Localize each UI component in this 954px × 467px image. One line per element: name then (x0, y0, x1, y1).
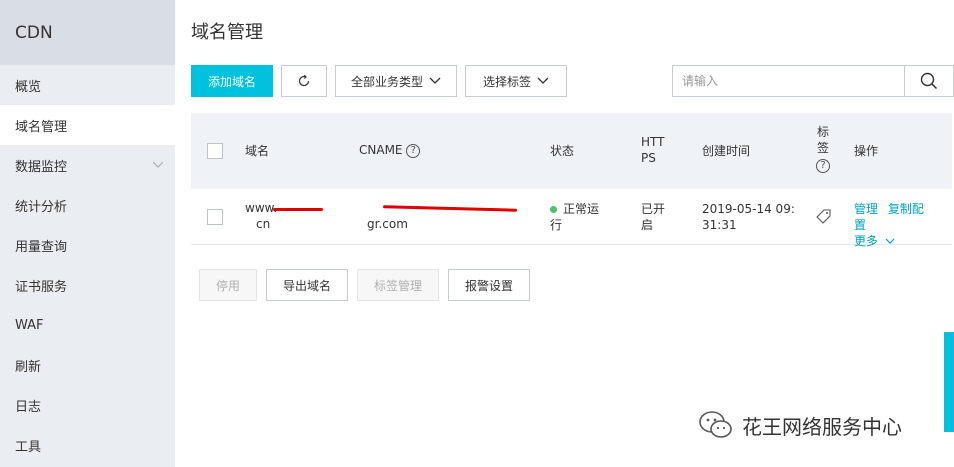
header-actions: 操作 (854, 144, 879, 158)
header-status: 状态 (550, 144, 575, 158)
wechat-icon (699, 411, 732, 438)
sidebar-title: CDN (0, 0, 175, 65)
bulk-actions: 停用 导出域名 标签管理 报警设置 (199, 269, 539, 301)
sidebar-item-domain-management[interactable]: 域名管理 (0, 105, 175, 145)
more-link[interactable]: 更多 (854, 234, 878, 248)
business-type-dropdown[interactable]: 全部业务类型 (335, 65, 457, 97)
created-cell: 2019-05-14 09: 31:31 (702, 201, 795, 233)
main-content: 域名管理 添加域名 全部业务类型 选择标签 请输入 域名 CNAME ? 状态 … (175, 0, 954, 467)
sidebar-item-waf[interactable]: WAF (0, 305, 175, 345)
table-header: 域名 CNAME ? 状态 HTTPS 创建时间 标签 ? 操作 (191, 113, 952, 189)
redaction-mark (382, 205, 518, 212)
sidebar-item-certificate[interactable]: 证书服务 (0, 265, 175, 305)
header-created: 创建时间 (702, 144, 751, 158)
sidebar-item-label: 刷新 (15, 359, 42, 375)
created-line1: 2019-05-14 09: (702, 202, 795, 216)
tag-cell[interactable] (815, 207, 833, 229)
select-tag-dropdown[interactable]: 选择标签 (465, 65, 567, 97)
page-title: 域名管理 (191, 22, 263, 43)
sidebar-item-usage-query[interactable]: 用量查询 (0, 225, 175, 265)
alarm-settings-button[interactable]: 报警设置 (448, 269, 530, 301)
chevron-down-icon (537, 77, 549, 84)
cname-cell: gr.com (367, 217, 408, 231)
sidebar-item-statistics[interactable]: 统计分析 (0, 185, 175, 225)
redaction-mark (273, 208, 323, 211)
search-button[interactable] (904, 65, 954, 97)
help-icon[interactable]: ? (816, 159, 830, 173)
sidebar-item-label: 证书服务 (15, 279, 68, 295)
table-row: www. cn gr.com 正常运行 已开启 2019-05-14 09: 3… (191, 189, 952, 248)
tag-icon (816, 209, 831, 224)
sidebar-item-overview[interactable]: 概览 (0, 65, 175, 105)
search-icon (920, 72, 938, 90)
domain-text-line2: cn (256, 217, 271, 231)
add-domain-button[interactable]: 添加域名 (191, 65, 273, 97)
sidebar-item-label: 统计分析 (15, 199, 68, 215)
sidebar-item-label: 域名管理 (15, 119, 68, 135)
header-tag: 标签 ? (816, 124, 830, 173)
status-text: 正常运行 (550, 202, 600, 232)
https-cell: 已开启 (641, 202, 666, 232)
floating-side-tab[interactable] (944, 332, 954, 432)
app-root: CDN 概览 域名管理 数据监控 统计分析 用量查询 证书服务 WAF 刷新 日… (0, 0, 954, 467)
sidebar-item-label: 日志 (15, 399, 42, 415)
tag-management-button[interactable]: 标签管理 (357, 269, 439, 301)
business-type-label: 全部业务类型 (350, 74, 423, 89)
header-domain: 域名 (245, 144, 270, 158)
refresh-button[interactable] (281, 65, 327, 97)
search-bar (672, 65, 954, 97)
select-tag-label: 选择标签 (482, 74, 531, 89)
actions-cell: 管理 复制配置 更多 (854, 201, 934, 249)
domain-cell[interactable]: www. cn (245, 200, 335, 232)
header-cname-label: CNAME (359, 143, 403, 157)
chevron-down-icon[interactable] (885, 238, 895, 245)
status-cell: 正常运行 (550, 201, 610, 233)
disable-button[interactable]: 停用 (199, 269, 257, 301)
domain-table: 域名 CNAME ? 状态 HTTPS 创建时间 标签 ? 操作 www. cn… (191, 113, 952, 248)
chevron-down-icon (429, 77, 441, 84)
sidebar-item-label: WAF (15, 317, 44, 333)
manage-link[interactable]: 管理 (854, 202, 878, 216)
chevron-down-icon (153, 161, 163, 168)
sidebar: CDN 概览 域名管理 数据监控 统计分析 用量查询 证书服务 WAF 刷新 日… (0, 0, 175, 467)
search-input[interactable] (672, 65, 904, 97)
row-checkbox[interactable] (207, 209, 223, 225)
sidebar-item-logs[interactable]: 日志 (0, 385, 175, 425)
sidebar-item-label: 工具 (15, 439, 42, 455)
created-line2: 31:31 (702, 218, 737, 232)
sidebar-item-label: 概览 (15, 79, 42, 95)
status-dot-icon (550, 206, 557, 213)
toolbar: 添加域名 全部业务类型 选择标签 (191, 65, 575, 97)
refresh-icon (298, 74, 310, 87)
select-all-checkbox[interactable] (207, 143, 223, 159)
header-https: HTTPS (641, 135, 665, 165)
header-tag-label: 标签 (816, 125, 829, 155)
header-cname: CNAME ? (359, 142, 421, 158)
watermark-text: 花王网络服务中心 (742, 414, 902, 439)
sidebar-item-label: 数据监控 (15, 159, 68, 175)
sidebar-item-tools[interactable]: 工具 (0, 425, 175, 465)
sidebar-item-label: 用量查询 (15, 239, 68, 255)
export-domains-button[interactable]: 导出域名 (266, 269, 348, 301)
sidebar-item-refresh[interactable]: 刷新 (0, 345, 175, 385)
help-icon[interactable]: ? (406, 143, 421, 158)
watermark: 花王网络服务中心 (698, 410, 902, 440)
sidebar-item-data-monitoring[interactable]: 数据监控 (0, 145, 175, 185)
